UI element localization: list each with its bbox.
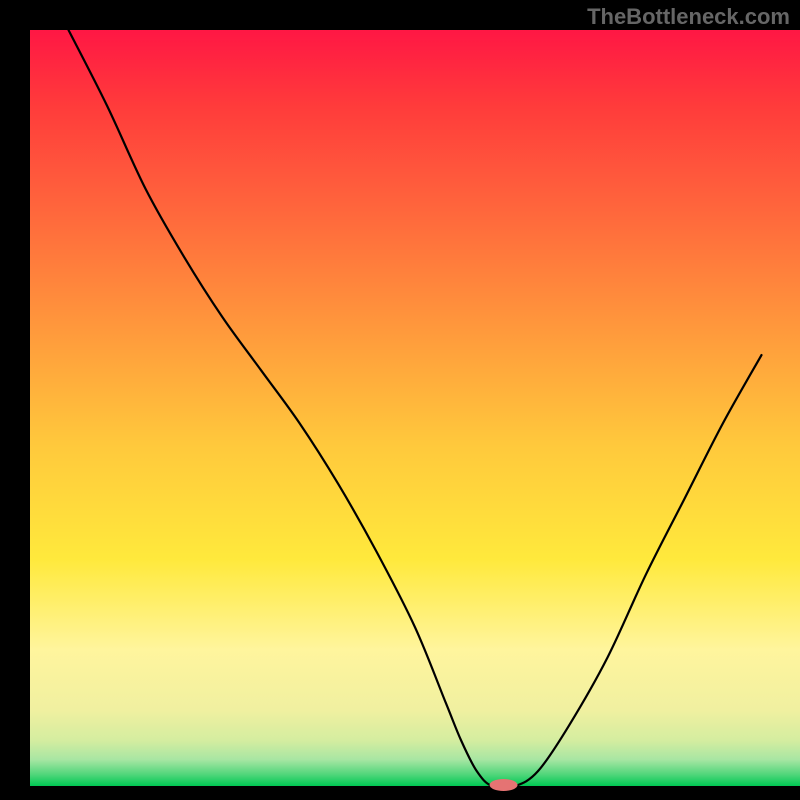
plot-background <box>30 30 800 786</box>
bottleneck-chart <box>0 0 800 800</box>
minimum-marker <box>490 779 518 791</box>
chart-container: TheBottleneck.com <box>0 0 800 800</box>
watermark-label: TheBottleneck.com <box>587 4 790 30</box>
frame-bottom <box>0 786 800 800</box>
frame-left <box>0 0 30 800</box>
